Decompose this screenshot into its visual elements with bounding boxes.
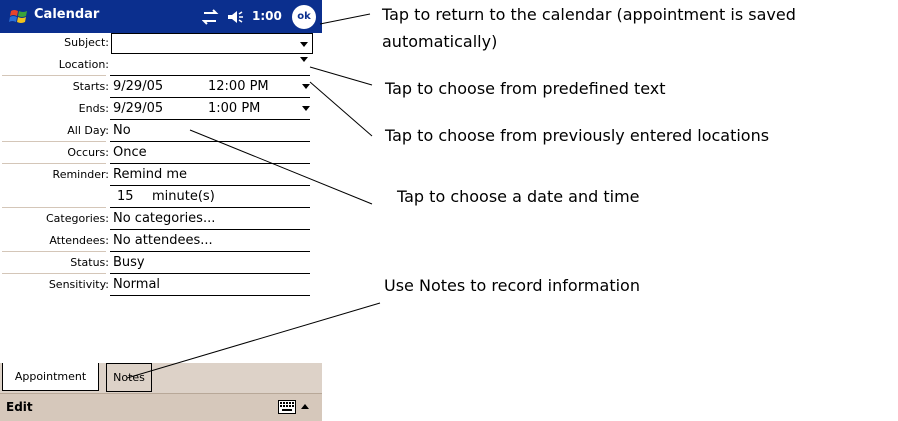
subject-row: Subject: — [0, 33, 322, 55]
attendees-value[interactable]: No attendees... — [113, 233, 213, 248]
reminder-value[interactable]: Remind me — [113, 167, 187, 182]
annotation-datetime: Tap to choose a date and time — [397, 187, 640, 206]
all-day-value[interactable]: No — [113, 123, 131, 138]
starts-dropdown-arrow-icon[interactable] — [302, 84, 310, 89]
sensitivity-row: Sensitivity: Normal — [0, 274, 322, 296]
annotation-ok-line2: automatically) — [382, 32, 498, 51]
pocketpc-screen: Calendar 1:00 ok Subject: Location: Star… — [0, 0, 322, 421]
occurs-row: Occurs: Once — [0, 142, 322, 164]
connectivity-icon[interactable] — [202, 9, 219, 25]
categories-value[interactable]: No categories... — [113, 211, 215, 226]
categories-label: Categories: — [46, 212, 109, 225]
ends-dropdown-arrow-icon[interactable] — [302, 106, 310, 111]
reminder-label: Reminder: — [52, 168, 109, 181]
location-row: Location: — [0, 54, 322, 76]
starts-time[interactable]: 12:00 PM — [208, 79, 269, 94]
ends-label: Ends: — [78, 102, 109, 115]
title-bar: Calendar 1:00 ok — [0, 0, 322, 33]
tab-appointment[interactable]: Appointment — [2, 363, 99, 391]
annotation-notes: Use Notes to record information — [384, 276, 640, 295]
annotation-locations: Tap to choose from previously entered lo… — [385, 126, 770, 145]
app-title: Calendar — [34, 7, 100, 22]
reminder-interval-row: 15 minute(s) — [0, 186, 322, 208]
windows-start-icon[interactable] — [8, 6, 30, 28]
ok-button[interactable]: ok — [292, 5, 316, 29]
sensitivity-value[interactable]: Normal — [113, 277, 160, 292]
reminder-unit[interactable]: minute(s) — [152, 189, 215, 204]
status-row: Status: Busy — [0, 252, 322, 274]
starts-date[interactable]: 9/29/05 — [113, 79, 163, 94]
annotation-ok-line1: Tap to return to the calendar (appointme… — [382, 5, 796, 24]
all-day-label: All Day: — [67, 124, 109, 137]
subject-dropdown-arrow-icon[interactable] — [300, 42, 308, 47]
callout-line-ok — [319, 13, 371, 25]
occurs-label: Occurs: — [67, 146, 109, 159]
edit-menu[interactable]: Edit — [6, 400, 33, 414]
starts-row: Starts: 9/29/05 12:00 PM — [0, 76, 322, 98]
annotation-predefined: Tap to choose from predefined text — [385, 79, 666, 98]
attendees-label: Attendees: — [49, 234, 109, 247]
clock[interactable]: 1:00 — [252, 9, 282, 23]
starts-label: Starts: — [72, 80, 109, 93]
input-panel-arrow-icon[interactable] — [301, 404, 309, 409]
ends-date[interactable]: 9/29/05 — [113, 101, 163, 116]
attendees-row: Attendees: No attendees... — [0, 230, 322, 252]
location-label: Location: — [58, 58, 109, 71]
appointment-form: Subject: Location: Starts: 9/29/05 12:00… — [0, 33, 322, 363]
keyboard-icon[interactable] — [278, 400, 296, 414]
speaker-icon[interactable] — [228, 11, 243, 23]
tab-notes[interactable]: Notes — [106, 363, 152, 392]
ends-time[interactable]: 1:00 PM — [208, 101, 260, 116]
occurs-value[interactable]: Once — [113, 145, 147, 160]
subject-input[interactable] — [111, 33, 313, 54]
status-label: Status: — [70, 256, 109, 269]
all-day-row: All Day: No — [0, 120, 322, 142]
location-dropdown-arrow-icon[interactable] — [300, 57, 308, 62]
reminder-row: Reminder: Remind me — [0, 164, 322, 186]
categories-row: Categories: No categories... — [0, 208, 322, 230]
status-value[interactable]: Busy — [113, 255, 145, 270]
reminder-amount[interactable]: 15 — [117, 189, 134, 204]
sensitivity-underline — [110, 295, 310, 296]
sensitivity-label: Sensitivity: — [48, 278, 109, 291]
ends-row: Ends: 9/29/05 1:00 PM — [0, 98, 322, 120]
menu-bar: Edit — [0, 393, 322, 421]
subject-label: Subject: — [64, 36, 109, 49]
